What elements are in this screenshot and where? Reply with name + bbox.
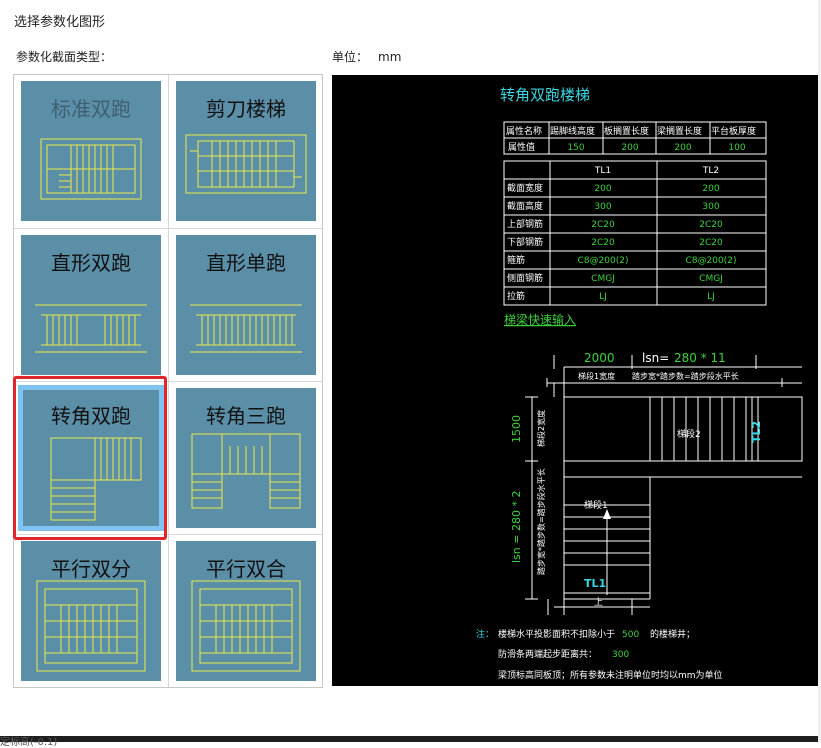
note-2-value: 300 (612, 650, 629, 660)
bottom-clipped-text: 定标高(-0.1) (0, 737, 58, 748)
parallel-split-stair-icon (36, 580, 146, 672)
beam-value: LJ (707, 292, 715, 302)
beam-row-name: 侧面钢筋 (507, 272, 543, 284)
beam-table-grid (503, 160, 767, 306)
beam-value: 2C20 (591, 220, 615, 230)
attr-row-label: 属性值 (508, 141, 535, 153)
tl1-label: TL1 (584, 577, 606, 590)
beam-value: C8@200(2) (686, 256, 737, 266)
dim-top-caption2: 踏步宽*踏步数=踏步段水平长 (632, 371, 739, 381)
dim-top-right-value: 280 * 11 (674, 351, 726, 365)
attr-header: 板搁置长度 (604, 125, 649, 137)
straight-double-stair-icon (35, 304, 147, 353)
tl2-label: TL2 (750, 421, 763, 443)
flight2-label: 梯段2 (677, 428, 701, 440)
beam-value: LJ (599, 292, 607, 302)
dim-left-bottom: lsn = 280 * 2 (510, 491, 523, 563)
gallery-divider (14, 228, 322, 229)
dim-top-right-prefix: lsn= (642, 351, 669, 365)
beam-value: 300 (594, 202, 611, 212)
attr-value: 100 (728, 143, 745, 153)
attr-value: 150 (567, 143, 584, 153)
beam-value: CMGJ (591, 274, 615, 284)
note-1: 楼梯水平投影面积不扣除小于 (498, 628, 615, 640)
dim-left-top: 1500 (510, 415, 523, 443)
beam-row-name: 截面宽度 (507, 182, 543, 194)
bottom-border (0, 736, 821, 742)
selection-highlight (13, 376, 167, 540)
attr-value: 200 (621, 143, 638, 153)
unit-label: 单位： mm (332, 48, 401, 65)
beam-value: 2C20 (699, 220, 723, 230)
up-label: 上 (594, 597, 603, 608)
tile-corner-triple[interactable]: 转角三跑 (176, 388, 316, 528)
beam-value: 2C20 (591, 238, 615, 248)
note-3: 梁顶标高同板顶；所有参数未注明单位时均以mm为单位 (498, 669, 723, 681)
corner-triple-stair-icon (191, 433, 301, 509)
cad-preview: 转角双跑楼梯 属性名称 踢脚线高度 板搁置长度 梁搁置长度 平台板厚度 属性值 … (332, 75, 821, 686)
tile-parallel-split[interactable]: 平行双分 (21, 541, 161, 681)
note-1-value: 500 (622, 630, 639, 640)
dim-top-left: 2000 (584, 351, 615, 365)
unit-value: mm (378, 50, 402, 64)
flight1-label: 梯段1 (584, 499, 608, 511)
beam-row-name: 截面高度 (507, 200, 543, 212)
note-prefix: 注： (476, 628, 494, 640)
tile-scissor-stair[interactable]: 剪刀楼梯 (176, 81, 316, 221)
tile-standard-double[interactable]: 标准双跑 (21, 81, 161, 221)
section-type-label: 参数化截面类型： (16, 50, 113, 64)
preview-title: 转角双跑楼梯 (500, 86, 590, 104)
attr-header: 梁搁置长度 (657, 125, 702, 137)
beam-value: 2C20 (699, 238, 723, 248)
beam-value: CMGJ (699, 274, 723, 284)
beam-row-name: 箍筋 (507, 254, 525, 266)
beam-row-name: 上部钢筋 (507, 218, 543, 230)
beam-header-tl2: TL2 (702, 166, 719, 176)
straight-single-stair-icon (190, 304, 302, 353)
attr-header: 踢脚线高度 (550, 125, 595, 137)
beam-value: 200 (702, 184, 719, 194)
tile-straight-single[interactable]: 直形单跑 (176, 235, 316, 375)
standard-double-stair-icon (40, 138, 142, 200)
dim-left-bottom-caption: 踏步宽*踏步数=踏步段水平长 (536, 468, 546, 575)
beam-row-name: 下部钢筋 (507, 236, 543, 248)
attr-value: 200 (674, 143, 691, 153)
cad-preview-canvas: 转角双跑楼梯 属性名称 踢脚线高度 板搁置长度 梁搁置长度 平台板厚度 属性值 … (476, 86, 803, 681)
beam-row-name: 拉筋 (507, 290, 525, 302)
beam-header-tl1: TL1 (594, 166, 611, 176)
tile-straight-double[interactable]: 直形双跑 (21, 235, 161, 375)
beam-value: 200 (594, 184, 611, 194)
dim-top-caption: 梯段1宽度 (578, 371, 615, 381)
tile-parallel-merge[interactable]: 平行双合 (176, 541, 316, 681)
beam-value: C8@200(2) (578, 256, 629, 266)
parallel-merge-stair-icon (191, 580, 301, 672)
scissor-stair-icon (185, 134, 307, 194)
unit-caption: 单位： (332, 50, 369, 64)
note-1-suffix: 的楼梯井； (650, 628, 695, 640)
dialog-title: 选择参数化图形 (14, 15, 106, 30)
dim-left-top-caption: 梯段2宽度 (536, 410, 546, 447)
attr-header: 属性名称 (506, 125, 542, 137)
attr-header: 平台板厚度 (711, 125, 756, 137)
note-2: 防滑条两端起步距离共： (498, 648, 597, 660)
quick-input-link[interactable]: 梯梁快速输入 (504, 312, 576, 327)
beam-value: 300 (702, 202, 719, 212)
